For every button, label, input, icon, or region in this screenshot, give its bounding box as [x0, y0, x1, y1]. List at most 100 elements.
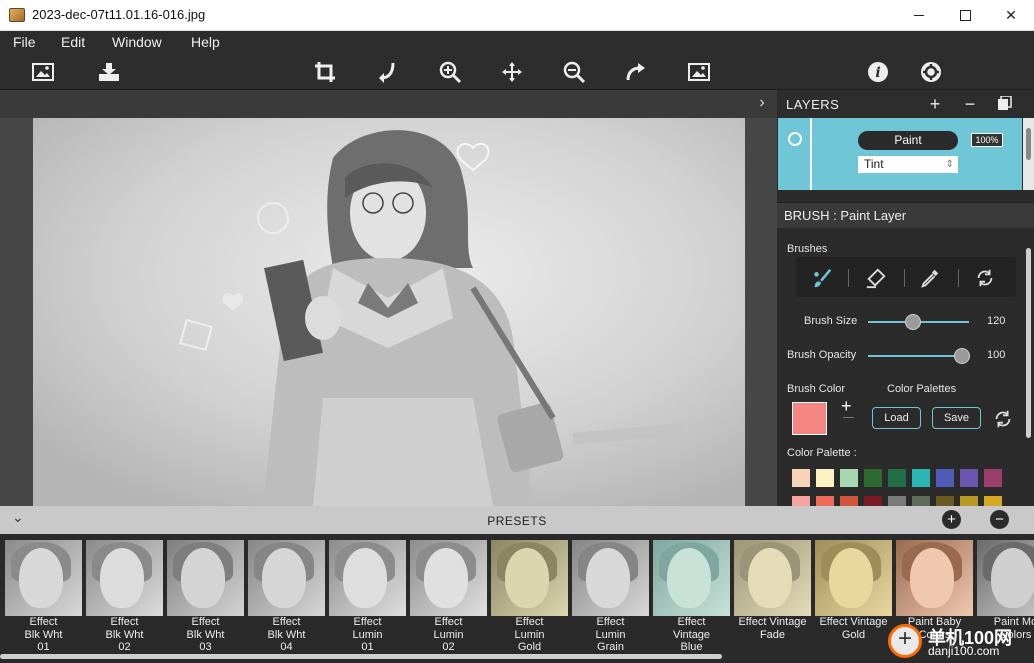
blend-mode-select[interactable]: Tint: [858, 156, 958, 173]
info-icon[interactable]: i: [864, 58, 892, 86]
brush-separator: [958, 269, 959, 287]
menu-bar: File Edit Window Help: [0, 31, 1034, 54]
preset-thumbnail[interactable]: [329, 540, 406, 616]
preset-thumbnail-face: [991, 548, 1034, 608]
preset-thumbnail[interactable]: [5, 540, 82, 616]
brush-size-label: Brush Size: [804, 315, 858, 327]
preset-thumbnail[interactable]: [491, 540, 568, 616]
menu-edit[interactable]: Edit: [61, 34, 85, 50]
preset-label: Effect Vintage Blue: [672, 616, 711, 653]
add-preset-button[interactable]: +: [942, 510, 961, 529]
menu-window[interactable]: Window: [112, 34, 162, 50]
preset-thumbnail-face: [586, 548, 630, 608]
menu-help[interactable]: Help: [191, 34, 220, 50]
preset-thumbnail[interactable]: [572, 540, 649, 616]
preset-thumbnail[interactable]: [410, 540, 487, 616]
open-image-icon[interactable]: [29, 58, 57, 86]
preset-thumbnail[interactable]: [734, 540, 811, 616]
palette-color-cell[interactable]: [936, 469, 954, 487]
preset-thumbnail-face: [748, 548, 792, 608]
brush-size-slider[interactable]: [868, 314, 969, 330]
move-icon[interactable]: [498, 58, 526, 86]
redo-icon[interactable]: [622, 58, 650, 86]
preset-label: Effect Lumin Gold: [514, 616, 545, 653]
duplicate-layer-icon[interactable]: [994, 94, 1016, 114]
preset-thumbnail-face: [424, 548, 468, 608]
preset-thumbnail[interactable]: [653, 540, 730, 616]
maximize-button[interactable]: [942, 0, 988, 31]
layer-name[interactable]: Paint: [858, 131, 958, 150]
palette-color-cell[interactable]: [840, 469, 858, 487]
preset-thumbnail[interactable]: [248, 540, 325, 616]
palette-color-cell[interactable]: [792, 469, 810, 487]
brush-opacity-slider[interactable]: [868, 348, 970, 364]
photo-canvas[interactable]: [33, 118, 745, 506]
save-download-icon[interactable]: [95, 58, 123, 86]
watermark-logo-icon: [888, 624, 922, 658]
preset-thumbnail-face: [910, 548, 954, 608]
layer-visibility-radio[interactable]: [788, 132, 802, 146]
color-palettes-label: Color Palettes: [887, 383, 957, 395]
add-color-button[interactable]: +: [841, 396, 852, 417]
palette-color-cell[interactable]: [864, 469, 882, 487]
preset-label: Effect Blk Wht 02: [105, 616, 144, 653]
remove-preset-button[interactable]: −: [990, 510, 1009, 529]
expand-panel-chevron-icon[interactable]: ›: [753, 94, 771, 112]
palette-color-cell[interactable]: [816, 469, 834, 487]
rotate-left-icon[interactable]: [373, 58, 401, 86]
preset-thumbnail[interactable]: [896, 540, 973, 616]
load-palette-button[interactable]: Load: [872, 407, 921, 429]
close-button[interactable]: ✕: [988, 0, 1034, 31]
right-panel: LAYERS + − Paint 100% Tint BRUSH : Paint…: [777, 90, 1034, 514]
paint-brush-icon[interactable]: [810, 266, 834, 290]
remove-layer-button[interactable]: −: [959, 94, 981, 114]
refresh-palette-icon[interactable]: [992, 408, 1014, 430]
settings-gear-icon[interactable]: [917, 58, 945, 86]
eyedropper-icon[interactable]: [918, 266, 942, 290]
layer-opacity[interactable]: 100%: [971, 133, 1003, 147]
eraser-icon[interactable]: [864, 266, 888, 290]
layers-scrollbar[interactable]: [1023, 118, 1034, 190]
preset-label: Effect Blk Wht 03: [186, 616, 225, 653]
palette-color-cell[interactable]: [888, 469, 906, 487]
preset-thumbnail-face: [505, 548, 549, 608]
palette-color-cell[interactable]: [912, 469, 930, 487]
crop-icon[interactable]: [311, 58, 339, 86]
layer-divider: [810, 118, 812, 190]
layer-row-paint[interactable]: Paint 100% Tint: [778, 118, 1022, 190]
view-image-icon[interactable]: [685, 58, 713, 86]
brushes-label: Brushes: [787, 243, 828, 255]
zoom-out-icon[interactable]: [560, 58, 588, 86]
preset-thumbnail[interactable]: [977, 540, 1034, 616]
preset-thumbnail-face: [181, 548, 225, 608]
preset-thumbnail[interactable]: [86, 540, 163, 616]
app-icon: [9, 8, 25, 22]
brush-opacity-knob[interactable]: [953, 348, 970, 364]
preset-thumbnail-face: [829, 548, 873, 608]
minimize-button[interactable]: [896, 0, 942, 31]
brush-color-swatch[interactable]: [792, 402, 827, 435]
preset-label: Effect Blk Wht 01: [24, 616, 63, 653]
svg-text:i: i: [875, 65, 880, 81]
presets-scrollbar[interactable]: [0, 654, 722, 659]
preset-thumbnail[interactable]: [167, 540, 244, 616]
brush-opacity-label: Brush Opacity: [787, 349, 857, 361]
panel-scrollbar[interactable]: [1023, 240, 1034, 506]
preset-thumbnail[interactable]: [815, 540, 892, 616]
palette-color-cell[interactable]: [984, 469, 1002, 487]
brush-separator: [904, 269, 905, 287]
menu-file[interactable]: File: [13, 34, 36, 50]
zoom-in-icon[interactable]: [436, 58, 464, 86]
save-palette-button[interactable]: Save: [932, 407, 981, 429]
brush-size-knob[interactable]: [905, 314, 922, 330]
brush-header: BRUSH : Paint Layer: [777, 202, 1034, 228]
palette-color-cell[interactable]: [960, 469, 978, 487]
toolbar: i: [0, 54, 1034, 90]
reset-brush-icon[interactable]: [973, 266, 997, 290]
brush-title: BRUSH : Paint Layer: [784, 208, 907, 223]
preset-thumbnail-face: [343, 548, 387, 608]
remove-color-button[interactable]: [843, 417, 854, 418]
brush-size-value: 120: [987, 315, 1006, 327]
preset-label: Effect Vintage Fade: [738, 616, 807, 641]
add-layer-button[interactable]: +: [924, 94, 946, 114]
